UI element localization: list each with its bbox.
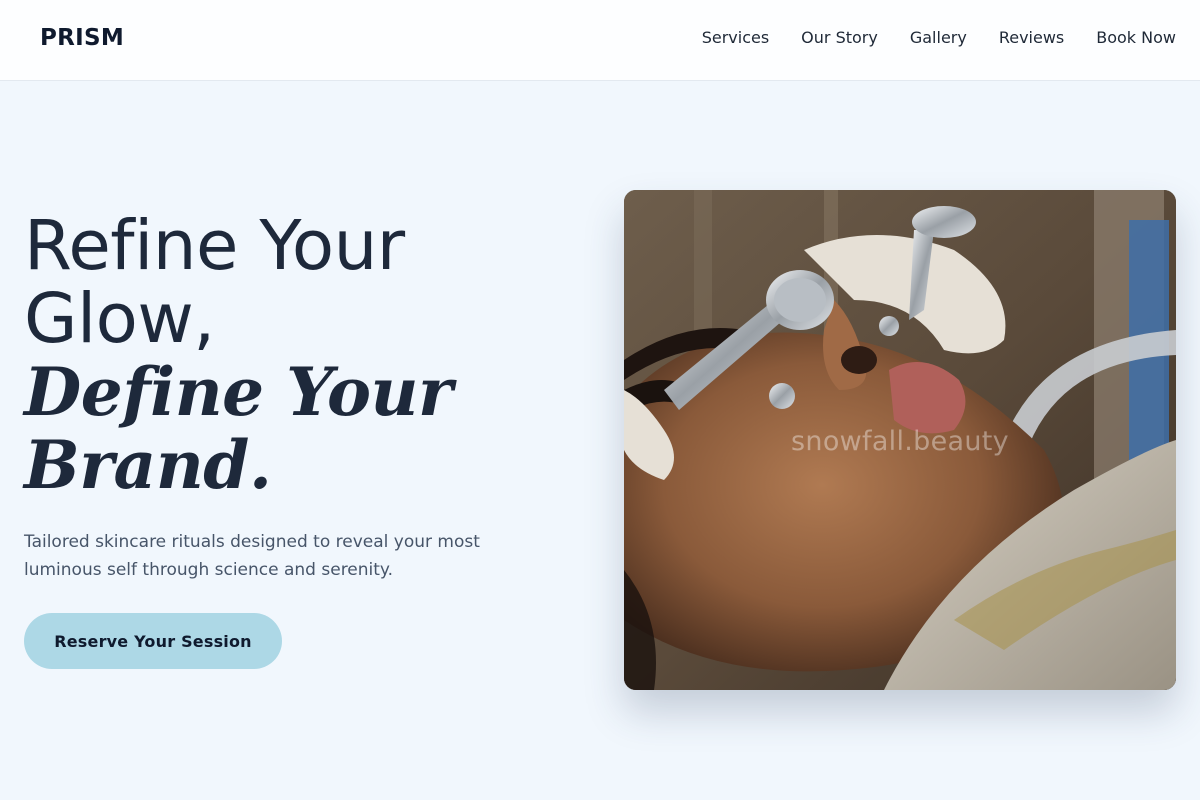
site-header: PRISM Services Our Story Gallery Reviews…: [0, 0, 1200, 81]
image-watermark: snowfall.beauty: [791, 426, 1009, 457]
headline-italic-line-1: Define Your: [24, 353, 453, 431]
reserve-session-button[interactable]: Reserve Your Session: [24, 613, 282, 669]
nav-link-services[interactable]: Services: [702, 28, 769, 48]
nav-link-our-story[interactable]: Our Story: [801, 28, 878, 48]
hero-subtitle: Tailored skincare rituals designed to re…: [24, 532, 480, 580]
hero-text: Refine Your Glow, Define Your Brand. Tai…: [24, 210, 584, 584]
hero-headline: Refine Your Glow, Define Your Brand.: [24, 210, 584, 502]
main-nav: Services Our Story Gallery Reviews Book …: [702, 28, 1176, 48]
nav-link-book-now[interactable]: Book Now: [1096, 28, 1176, 48]
nav-link-reviews[interactable]: Reviews: [999, 28, 1064, 48]
headline-line-2: Glow,: [24, 279, 215, 359]
brand-logo[interactable]: PRISM: [40, 25, 124, 51]
headline-line-1: Refine Your: [24, 206, 405, 286]
hero-image: snowfall.beauty: [624, 190, 1176, 690]
nav-link-gallery[interactable]: Gallery: [910, 28, 967, 48]
headline-italic-line-2: Brand.: [24, 426, 272, 504]
